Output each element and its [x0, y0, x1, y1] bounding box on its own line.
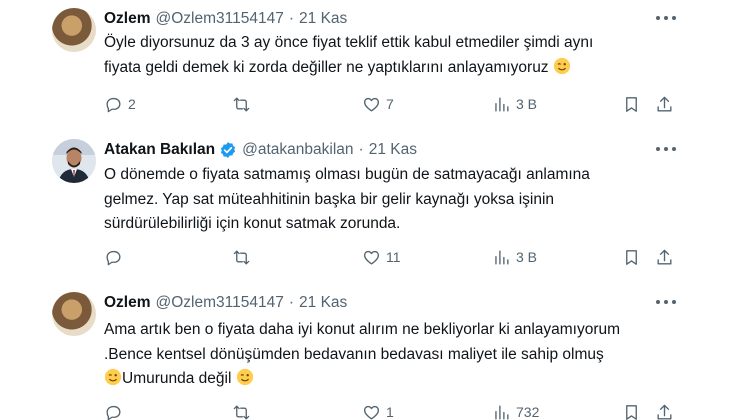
- tweet-3[interactable]: Ozlem @Ozlem31154147 · 21 Kas Ama artık …: [0, 292, 730, 420]
- tweet-text-line: gelmez. Yap sat müteahhitinin başka bir …: [104, 190, 555, 208]
- author-handle[interactable]: @atakanbakilan: [242, 141, 353, 159]
- more-icon[interactable]: [656, 10, 676, 26]
- like-button[interactable]: 11: [362, 246, 401, 268]
- reply-icon: [106, 250, 121, 265]
- tweet-text-line: fiyata geldi demek ki zorda değiller ne …: [104, 56, 704, 81]
- tweet-text-line: Ama artık ben o fiyata daha iyi konut al…: [104, 321, 621, 338]
- like-count: 7: [386, 96, 394, 112]
- bookmark-button[interactable]: [622, 246, 641, 268]
- views-icon: [495, 249, 509, 265]
- separator-dot: ·: [358, 141, 364, 158]
- views-button[interactable]: 3 B: [492, 246, 537, 268]
- like-button[interactable]: 1: [362, 401, 394, 420]
- winking-face-emoji: [236, 368, 253, 386]
- reply-button[interactable]: [104, 401, 128, 420]
- tweet-header: Ozlem @Ozlem31154147 · 21 Kas: [104, 292, 347, 314]
- views-icon: [495, 404, 509, 420]
- separator-dot: ·: [288, 10, 295, 27]
- tweet-actions: 1 732: [0, 401, 730, 420]
- tweet-1[interactable]: Ozlem @Ozlem31154147 · 21 Kas Öyle diyor…: [0, 8, 730, 118]
- avatar-image: [52, 139, 96, 183]
- winking-face-emoji: [553, 57, 570, 74]
- views-button[interactable]: 732: [492, 401, 539, 420]
- reply-button[interactable]: 2: [104, 93, 136, 115]
- tweet-text: O dönemde o fiyata satmamış olması bugün…: [104, 163, 704, 237]
- winking-face-emoji: [104, 368, 122, 386]
- tweet-text-line: Umurunda değil: [104, 367, 704, 392]
- tweet-header: Atakan Bakılan @atakanbakilan · 21 Kas: [104, 139, 417, 161]
- author-name[interactable]: Ozlem: [104, 10, 151, 28]
- avatar-ozlem[interactable]: [52, 8, 96, 52]
- heart-icon: [363, 97, 380, 112]
- retweet-button[interactable]: [232, 246, 256, 268]
- tweet-2[interactable]: Atakan Bakılan @atakanbakilan · 21 Kas O…: [0, 139, 730, 269]
- tweet-actions: 2 7 3 B: [0, 93, 730, 115]
- tweet-date[interactable]: 21 Kas: [299, 10, 347, 28]
- views-count: 732: [516, 404, 540, 420]
- views-icon: [495, 96, 509, 112]
- bookmark-icon: [626, 404, 637, 420]
- more-icon[interactable]: [656, 294, 676, 310]
- tweet-date[interactable]: 21 Kas: [299, 294, 347, 312]
- author-name[interactable]: Atakan Bakılan: [104, 141, 215, 159]
- views-button[interactable]: 3 B: [492, 93, 537, 115]
- reply-button[interactable]: [104, 246, 128, 268]
- separator-dot: ·: [288, 294, 295, 311]
- heart-icon: [363, 250, 380, 265]
- share-icon: [657, 96, 672, 112]
- reply-icon: [106, 97, 121, 112]
- retweet-button[interactable]: [232, 401, 256, 420]
- tweet-header: Ozlem @Ozlem31154147 · 21 Kas: [104, 8, 347, 30]
- verified-badge-icon: [221, 142, 236, 158]
- bookmark-button[interactable]: [622, 401, 641, 420]
- avatar-ozlem[interactable]: [52, 292, 96, 336]
- retweet-icon: [233, 249, 250, 265]
- like-count: 1: [386, 404, 394, 420]
- share-icon: [657, 404, 672, 420]
- like-button[interactable]: 7: [362, 93, 394, 115]
- reply-icon: [106, 405, 121, 420]
- tweet-date[interactable]: 21 Kas: [369, 141, 417, 159]
- tweet-text-line: O dönemde o fiyata satmamış olması bugün…: [104, 166, 590, 183]
- views-count: 3 B: [516, 249, 538, 265]
- tweet-text: Öyle diyorsunuz da 3 ay önce fiyat tekli…: [104, 31, 704, 80]
- bookmark-icon: [626, 96, 637, 112]
- like-count: 11: [386, 249, 401, 265]
- tweet-actions: 11 3 B: [0, 246, 730, 268]
- author-handle[interactable]: @Ozlem31154147: [156, 294, 284, 312]
- tweet-text-line: .Bence kentsel dönüşümden bedavanın beda…: [104, 345, 604, 363]
- bookmark-icon: [626, 249, 637, 265]
- reply-count: 2: [128, 96, 136, 112]
- tweet-text: Ama artık ben o fiyata daha iyi konut al…: [104, 318, 704, 392]
- author-handle[interactable]: @Ozlem31154147: [156, 10, 284, 28]
- heart-icon: [363, 405, 380, 420]
- retweet-icon: [233, 96, 250, 112]
- tweet-text-line: sürdürülebilirliği için konut satmak zor…: [104, 215, 401, 232]
- avatar-atakan[interactable]: [52, 139, 96, 183]
- share-button[interactable]: [655, 246, 674, 268]
- more-icon[interactable]: [656, 141, 676, 157]
- author-name[interactable]: Ozlem: [104, 294, 151, 312]
- share-button[interactable]: [655, 401, 674, 420]
- views-count: 3 B: [516, 96, 538, 112]
- bookmark-button[interactable]: [622, 93, 641, 115]
- share-button[interactable]: [655, 93, 674, 115]
- retweet-icon: [233, 404, 250, 420]
- tweet-text-line: Öyle diyorsunuz da 3 ay önce fiyat tekli…: [104, 34, 594, 51]
- share-icon: [657, 249, 672, 265]
- retweet-button[interactable]: [232, 93, 256, 115]
